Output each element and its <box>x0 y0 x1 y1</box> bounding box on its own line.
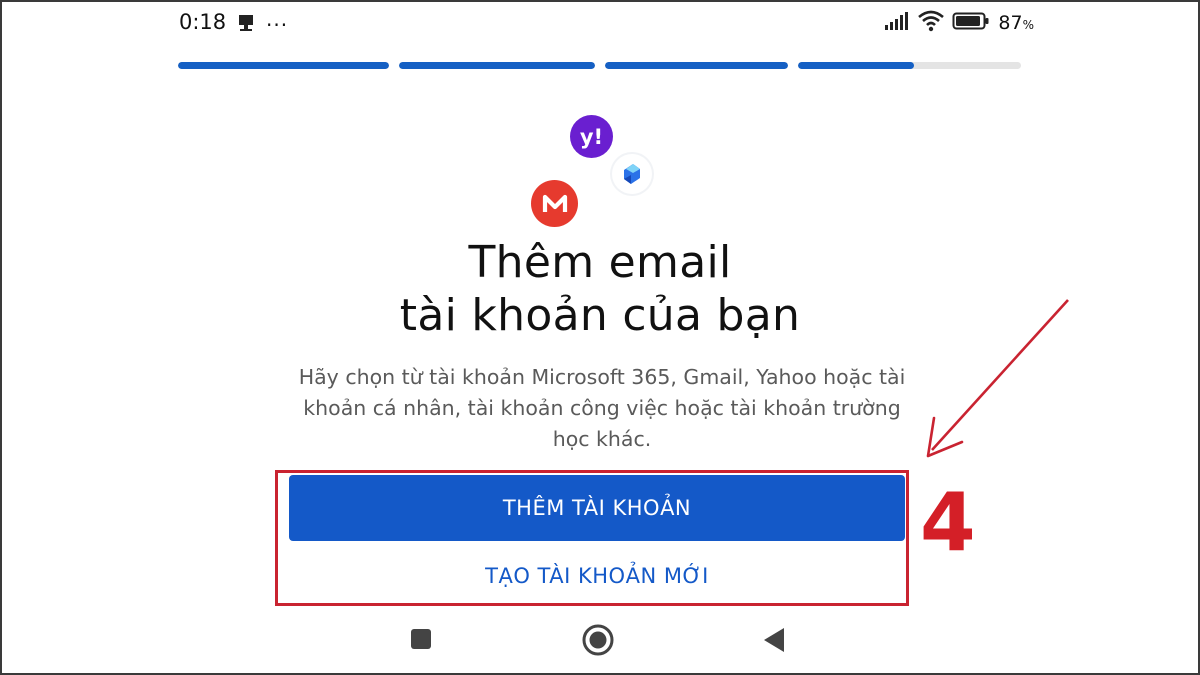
home-icon[interactable] <box>581 623 615 657</box>
recents-icon[interactable] <box>408 626 434 652</box>
progress-segment <box>178 62 389 69</box>
yahoo-logo: y! <box>570 115 613 158</box>
status-time: 0:18 <box>179 10 227 34</box>
battery-percent-value: 87 <box>998 12 1023 34</box>
progress-segment <box>605 62 788 69</box>
create-account-button[interactable]: TẠO TÀI KHOẢN MỚI <box>289 548 905 603</box>
signal-icon <box>884 11 910 35</box>
more-dots: ··· <box>266 13 289 37</box>
battery-icon <box>952 11 990 35</box>
status-right-icons: 87% <box>884 10 1034 36</box>
title-line-1: Thêm email <box>468 237 732 288</box>
wifi-icon <box>918 10 945 36</box>
progress-segment <box>399 62 595 69</box>
notification-icon <box>236 13 256 37</box>
yahoo-logo-text: y! <box>579 124 604 149</box>
copilot-logo <box>612 154 652 194</box>
progress-segment <box>798 62 1021 69</box>
back-icon[interactable] <box>762 626 786 654</box>
annotation-arrow-icon <box>926 299 1069 458</box>
page-title: Thêm email tài khoản của bạn <box>300 236 900 342</box>
mega-logo <box>531 180 578 227</box>
setup-progress <box>178 62 1021 70</box>
status-left-icons: ··· <box>236 13 288 37</box>
battery-percent-unit: % <box>1022 18 1034 32</box>
step-number-label: 4 <box>920 476 976 569</box>
battery-percent: 87% <box>998 12 1034 34</box>
title-line-2: tài khoản của bạn <box>399 290 801 341</box>
add-account-button[interactable]: THÊM TÀI KHOẢN <box>289 475 905 541</box>
page-subtitle: Hãy chọn từ tài khoản Microsoft 365, Gma… <box>298 365 906 451</box>
